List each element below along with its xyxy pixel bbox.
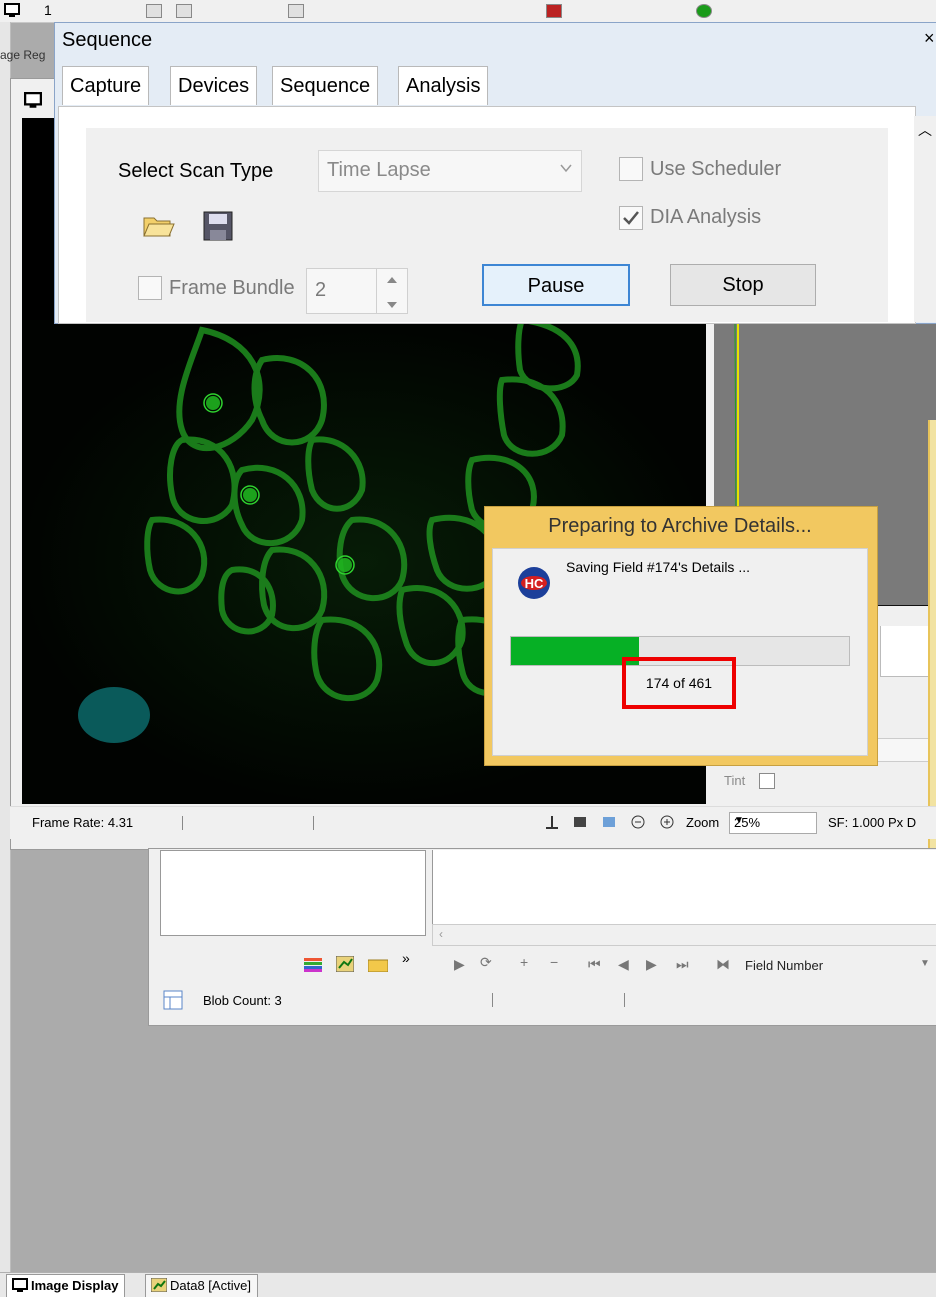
toolbar-fragment: 1	[44, 2, 52, 18]
monitor-icon	[12, 1278, 28, 1292]
remove-icon[interactable]: −	[550, 954, 558, 970]
toolbar-button[interactable]	[696, 4, 712, 18]
previous-icon[interactable]: ◀	[618, 956, 629, 973]
toolbar-button[interactable]	[288, 4, 304, 18]
next-icon[interactable]: ▶	[646, 956, 657, 973]
refresh-icon[interactable]: ⟳	[480, 954, 492, 971]
use-scheduler-checkbox[interactable]	[619, 157, 643, 181]
chevron-down-icon[interactable]: ▼	[920, 958, 930, 969]
open-folder-icon	[143, 217, 175, 237]
dia-analysis-label: DIA Analysis	[650, 206, 762, 228]
folder-icon[interactable]	[368, 958, 388, 972]
spin-buttons[interactable]	[376, 269, 407, 313]
monitor-icon[interactable]	[4, 3, 20, 19]
save-icon	[203, 211, 233, 241]
frame-bundle-stepper[interactable]: 2	[306, 268, 408, 314]
play-icon[interactable]: ▶	[454, 956, 465, 973]
tint-label: Tint	[724, 773, 746, 788]
vertical-scrollbar[interactable]	[914, 116, 936, 322]
tab-devices[interactable]: Devices	[170, 66, 258, 105]
archive-message: Saving Field #174's Details ...	[566, 559, 750, 575]
frame-rate-text: Frame Rate: 4.31	[32, 815, 134, 830]
scroll-left-icon[interactable]: ‹	[439, 927, 443, 941]
left-strip-label: age Reg	[0, 48, 46, 62]
color-bars-icon[interactable]	[304, 958, 322, 972]
dialog-title: Sequence	[62, 29, 153, 51]
field-nav-icon[interactable]: ⧓	[716, 956, 730, 973]
zoom-in-icon[interactable]	[659, 814, 675, 830]
chart-icon	[151, 1278, 167, 1292]
frame-bundle-value: 2	[315, 279, 327, 301]
progress-count-text: 174 of 461	[622, 657, 736, 709]
checkmark-icon	[623, 211, 639, 225]
pause-button[interactable]: Pause	[482, 264, 630, 306]
tab-label: Data8 [Active]	[170, 1278, 251, 1293]
scale-factor-text: SF: 1.000 Px D	[828, 815, 917, 830]
open-button[interactable]	[138, 206, 178, 244]
data-grid[interactable]	[432, 850, 936, 924]
tab-capture[interactable]: Capture	[62, 66, 150, 105]
frame-bundle-checkbox[interactable]	[138, 276, 162, 300]
zoom-select[interactable]: 25% ▼	[729, 812, 817, 834]
tab-image-display[interactable]: Image Display	[6, 1274, 126, 1297]
zoom-label: Zoom	[686, 815, 720, 830]
scan-type-label: Select Scan Type	[118, 160, 274, 182]
picture-icon[interactable]	[601, 814, 617, 830]
last-icon[interactable]: ⏭	[676, 956, 689, 973]
tab-data8[interactable]: Data8 [Active]	[145, 1274, 258, 1297]
save-button[interactable]	[198, 206, 238, 244]
data-toolbar: »	[160, 944, 426, 984]
stop-button[interactable]: Stop	[670, 264, 816, 306]
chart-icon[interactable]	[336, 956, 354, 972]
scroll-up-icon[interactable]: ︿	[918, 120, 932, 140]
horizontal-scrollbar[interactable]: ‹	[432, 924, 936, 946]
first-icon[interactable]: ⏮	[588, 956, 601, 973]
tab-label: Image Display	[31, 1278, 119, 1293]
chevron-down-icon	[560, 164, 572, 173]
use-scheduler-label: Use Scheduler	[650, 158, 782, 180]
data-list[interactable]	[160, 850, 426, 936]
status-divider	[492, 993, 493, 1007]
add-icon[interactable]: +	[520, 954, 528, 970]
dia-analysis-checkbox[interactable]	[619, 206, 643, 230]
document-tabs	[0, 1272, 936, 1297]
hc-logo-text: HC	[525, 576, 544, 591]
film-icon[interactable]	[572, 814, 588, 830]
toolbar-button[interactable]	[546, 4, 562, 18]
spin-down-icon[interactable]	[377, 294, 407, 316]
monitor-icon	[24, 92, 42, 108]
tint-checkbox[interactable]	[759, 773, 775, 789]
grid-icon	[163, 990, 183, 1010]
field-number-select[interactable]: Field Number	[745, 958, 823, 973]
status-divider	[624, 993, 625, 1007]
hc-logo-icon: HC	[518, 567, 550, 599]
scan-type-value: Time Lapse	[327, 159, 431, 181]
chevron-down-icon: ▼	[734, 815, 744, 826]
main-toolbar: 1	[0, 0, 936, 23]
dialog-title: Preparing to Archive Details...	[548, 515, 812, 537]
tab-analysis[interactable]: Analysis	[398, 66, 489, 105]
status-divider	[313, 816, 314, 830]
close-icon[interactable]: ×	[924, 28, 935, 49]
image-edge	[22, 118, 56, 323]
progress-fill	[511, 637, 639, 665]
navigation-toolbar: ▶ ⟳ + − ⏮ ◀ ▶ ⏭ ⧓ ▼	[432, 952, 936, 982]
frame-bundle-label: Frame Bundle	[169, 277, 295, 299]
status-divider	[182, 816, 183, 830]
blob-count-text: Blob Count: 3	[203, 993, 282, 1008]
toolbar-button[interactable]	[176, 4, 192, 18]
toolbar-button[interactable]	[146, 4, 162, 18]
zoom-out-icon[interactable]	[630, 814, 646, 830]
scan-type-select[interactable]: Time Lapse	[318, 150, 582, 192]
spin-up-icon[interactable]	[377, 269, 407, 291]
tab-sequence[interactable]: Sequence	[272, 66, 379, 105]
overflow-icon[interactable]: »	[402, 950, 410, 966]
measure-icon[interactable]	[544, 814, 560, 830]
